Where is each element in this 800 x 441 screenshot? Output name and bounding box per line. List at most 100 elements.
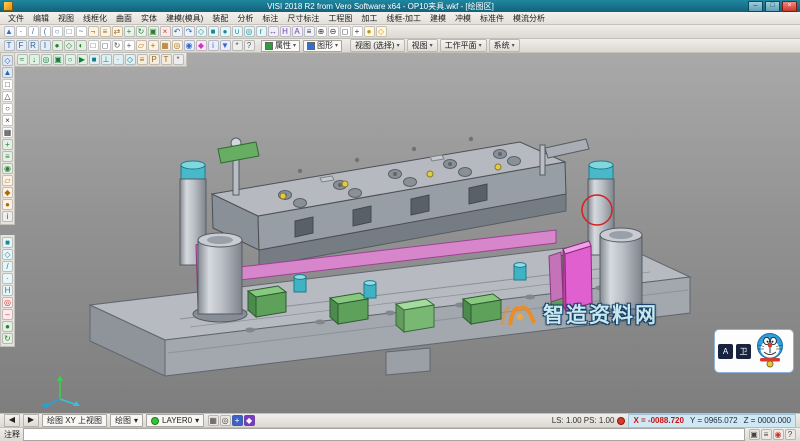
clamp-green-2[interactable] (330, 293, 368, 324)
hole-icon[interactable]: ◎ (244, 26, 255, 37)
dimension-icon[interactable]: H (280, 26, 291, 37)
shade-mode-icon[interactable]: ● (364, 26, 375, 37)
line-icon[interactable]: / (28, 26, 39, 37)
delete-icon[interactable]: × (160, 26, 171, 37)
wireframe-mode-icon[interactable]: ◇ (376, 26, 387, 37)
nav-next-button[interactable]: ▶ (23, 414, 39, 427)
menu-item[interactable]: 视图 (54, 13, 78, 24)
viewport[interactable]: ≈↓◎▣○▶■⊥·◇≡PT* ◇▲□△○×▦+≡◉▱◆●i ■◇/·H◎–●↻ (0, 53, 800, 413)
surface-icon[interactable]: ◇ (196, 26, 207, 37)
filter-icon[interactable]: ▼ (220, 40, 231, 51)
toolbar-group[interactable]: 系统▾ (489, 39, 520, 52)
model-3d[interactable] (0, 53, 800, 413)
grid-icon[interactable]: ▦ (160, 40, 171, 51)
view-front-icon[interactable]: F (16, 40, 27, 51)
menu-item[interactable]: 尺寸标注 (283, 13, 323, 24)
menu-item[interactable]: 冲模 (451, 13, 475, 24)
top-clamp-left[interactable] (218, 138, 259, 195)
maximize-button[interactable]: □ (765, 1, 780, 12)
toolbar-group[interactable]: 工作平面▾ (440, 39, 487, 52)
circle-icon[interactable]: ○ (52, 26, 63, 37)
menu-item[interactable]: 建模(模具) (162, 13, 207, 24)
undo-icon[interactable]: ↶ (172, 26, 183, 37)
doraemon-icon[interactable] (754, 332, 786, 370)
color-picker-icon[interactable]: ◆ (196, 40, 207, 51)
view-top-icon[interactable]: T (4, 40, 15, 51)
copy-icon[interactable]: ▣ (148, 26, 159, 37)
zoom-fit-icon[interactable]: ◻ (340, 26, 351, 37)
menu-item[interactable]: 建模 (426, 13, 450, 24)
rotate-icon[interactable]: ↻ (136, 26, 147, 37)
text-icon[interactable]: A (292, 26, 303, 37)
cyan-locator-3[interactable] (514, 263, 526, 280)
menu-item[interactable]: 文件 (4, 13, 28, 24)
nav-prev-button[interactable]: ◀ (4, 414, 20, 427)
ucs-origin-icon[interactable]: + (148, 40, 159, 51)
clamp-green-3[interactable] (396, 299, 434, 332)
zoom-out-icon[interactable]: ⊖ (328, 26, 339, 37)
zoom-all-icon[interactable]: ◻ (100, 40, 111, 51)
pan-view-icon[interactable]: + (124, 40, 135, 51)
status-help-icon[interactable]: ? (785, 429, 796, 440)
hidden-line-view-icon[interactable]: ◐ (76, 40, 87, 51)
menu-item[interactable]: 装配 (208, 13, 232, 24)
solid-block-icon[interactable]: ■ (208, 26, 219, 37)
offset-icon[interactable]: ≡ (100, 26, 111, 37)
cyan-locator-2[interactable] (364, 281, 376, 298)
macro-icon[interactable]: ▣ (749, 429, 760, 440)
menu-item[interactable]: 模流分析 (509, 13, 549, 24)
view-iso-icon[interactable]: I (40, 40, 51, 51)
toolbar-group[interactable]: 视图 (选择)▾ (350, 39, 405, 52)
view-plane-field[interactable]: 绘图 XY 上视图 (42, 414, 107, 427)
pan-icon[interactable]: + (352, 26, 363, 37)
snap-toggle-icon[interactable]: ◎ (220, 415, 231, 426)
select-arrow-icon[interactable]: ▲ (4, 26, 15, 37)
shaded-view-icon[interactable]: ● (52, 40, 63, 51)
pink-plate-rear-right[interactable] (549, 252, 563, 302)
support-cylinder-left[interactable] (193, 233, 247, 322)
widget-tile-b[interactable]: 卫 (736, 344, 751, 359)
fillet-solid-icon[interactable]: r (256, 26, 267, 37)
redo-icon[interactable]: ↷ (184, 26, 195, 37)
zoom-window-icon[interactable]: □ (88, 40, 99, 51)
workplane-icon[interactable]: ▱ (136, 40, 147, 51)
layers-icon[interactable]: ≡ (304, 26, 315, 37)
pet-widget[interactable]: A 卫 (714, 329, 794, 373)
command-input[interactable] (23, 428, 745, 441)
curve-icon[interactable]: ~ (76, 26, 87, 37)
solid-cylinder-icon[interactable]: ● (220, 26, 231, 37)
clamp-green-1[interactable] (248, 286, 286, 317)
menu-item[interactable]: 工程图 (324, 13, 356, 24)
grid-toggle-icon[interactable]: ▦ (208, 415, 219, 426)
point-icon[interactable]: · (16, 26, 27, 37)
menu-item[interactable]: 实体 (137, 13, 161, 24)
menu-item[interactable]: 加工 (357, 13, 381, 24)
rotate-view-icon[interactable]: ↻ (112, 40, 123, 51)
layer-combo[interactable]: LAYER0 ▾ (146, 414, 204, 427)
close-button[interactable]: × (782, 1, 797, 12)
move-icon[interactable]: + (124, 26, 135, 37)
trim-icon[interactable]: ¬ (88, 26, 99, 37)
menu-item[interactable]: 曲面 (112, 13, 136, 24)
menu-item[interactable]: 线框化 (79, 13, 111, 24)
combo-图形[interactable]: 图形▾ (303, 40, 342, 52)
system-settings-icon[interactable]: * (232, 40, 243, 51)
help-icon[interactable]: ? (244, 40, 255, 51)
cyan-locator-1[interactable] (294, 275, 306, 292)
menu-item[interactable]: 标准件 (476, 13, 508, 24)
measure-icon[interactable]: ↔ (268, 26, 279, 37)
arc-icon[interactable]: ( (40, 26, 51, 37)
mirror-icon[interactable]: ⇄ (112, 26, 123, 37)
view-right-icon[interactable]: R (28, 40, 39, 51)
mode-combo[interactable]: 绘图 ▾ (110, 414, 143, 427)
combo-属性[interactable]: 属性▾ (261, 40, 300, 52)
snap-icon[interactable]: ◎ (172, 40, 183, 51)
menu-item[interactable]: 分析 (233, 13, 257, 24)
menu-item[interactable]: 标注 (258, 13, 282, 24)
clamp-green-4[interactable] (463, 294, 501, 324)
attributes-info-icon[interactable]: i (208, 40, 219, 51)
menu-item[interactable]: 编辑 (29, 13, 53, 24)
toolbar-group[interactable]: 视图▾ (407, 39, 438, 52)
widget-tile-a[interactable]: A (718, 344, 733, 359)
cplane-toggle-icon[interactable]: ◆ (244, 415, 255, 426)
